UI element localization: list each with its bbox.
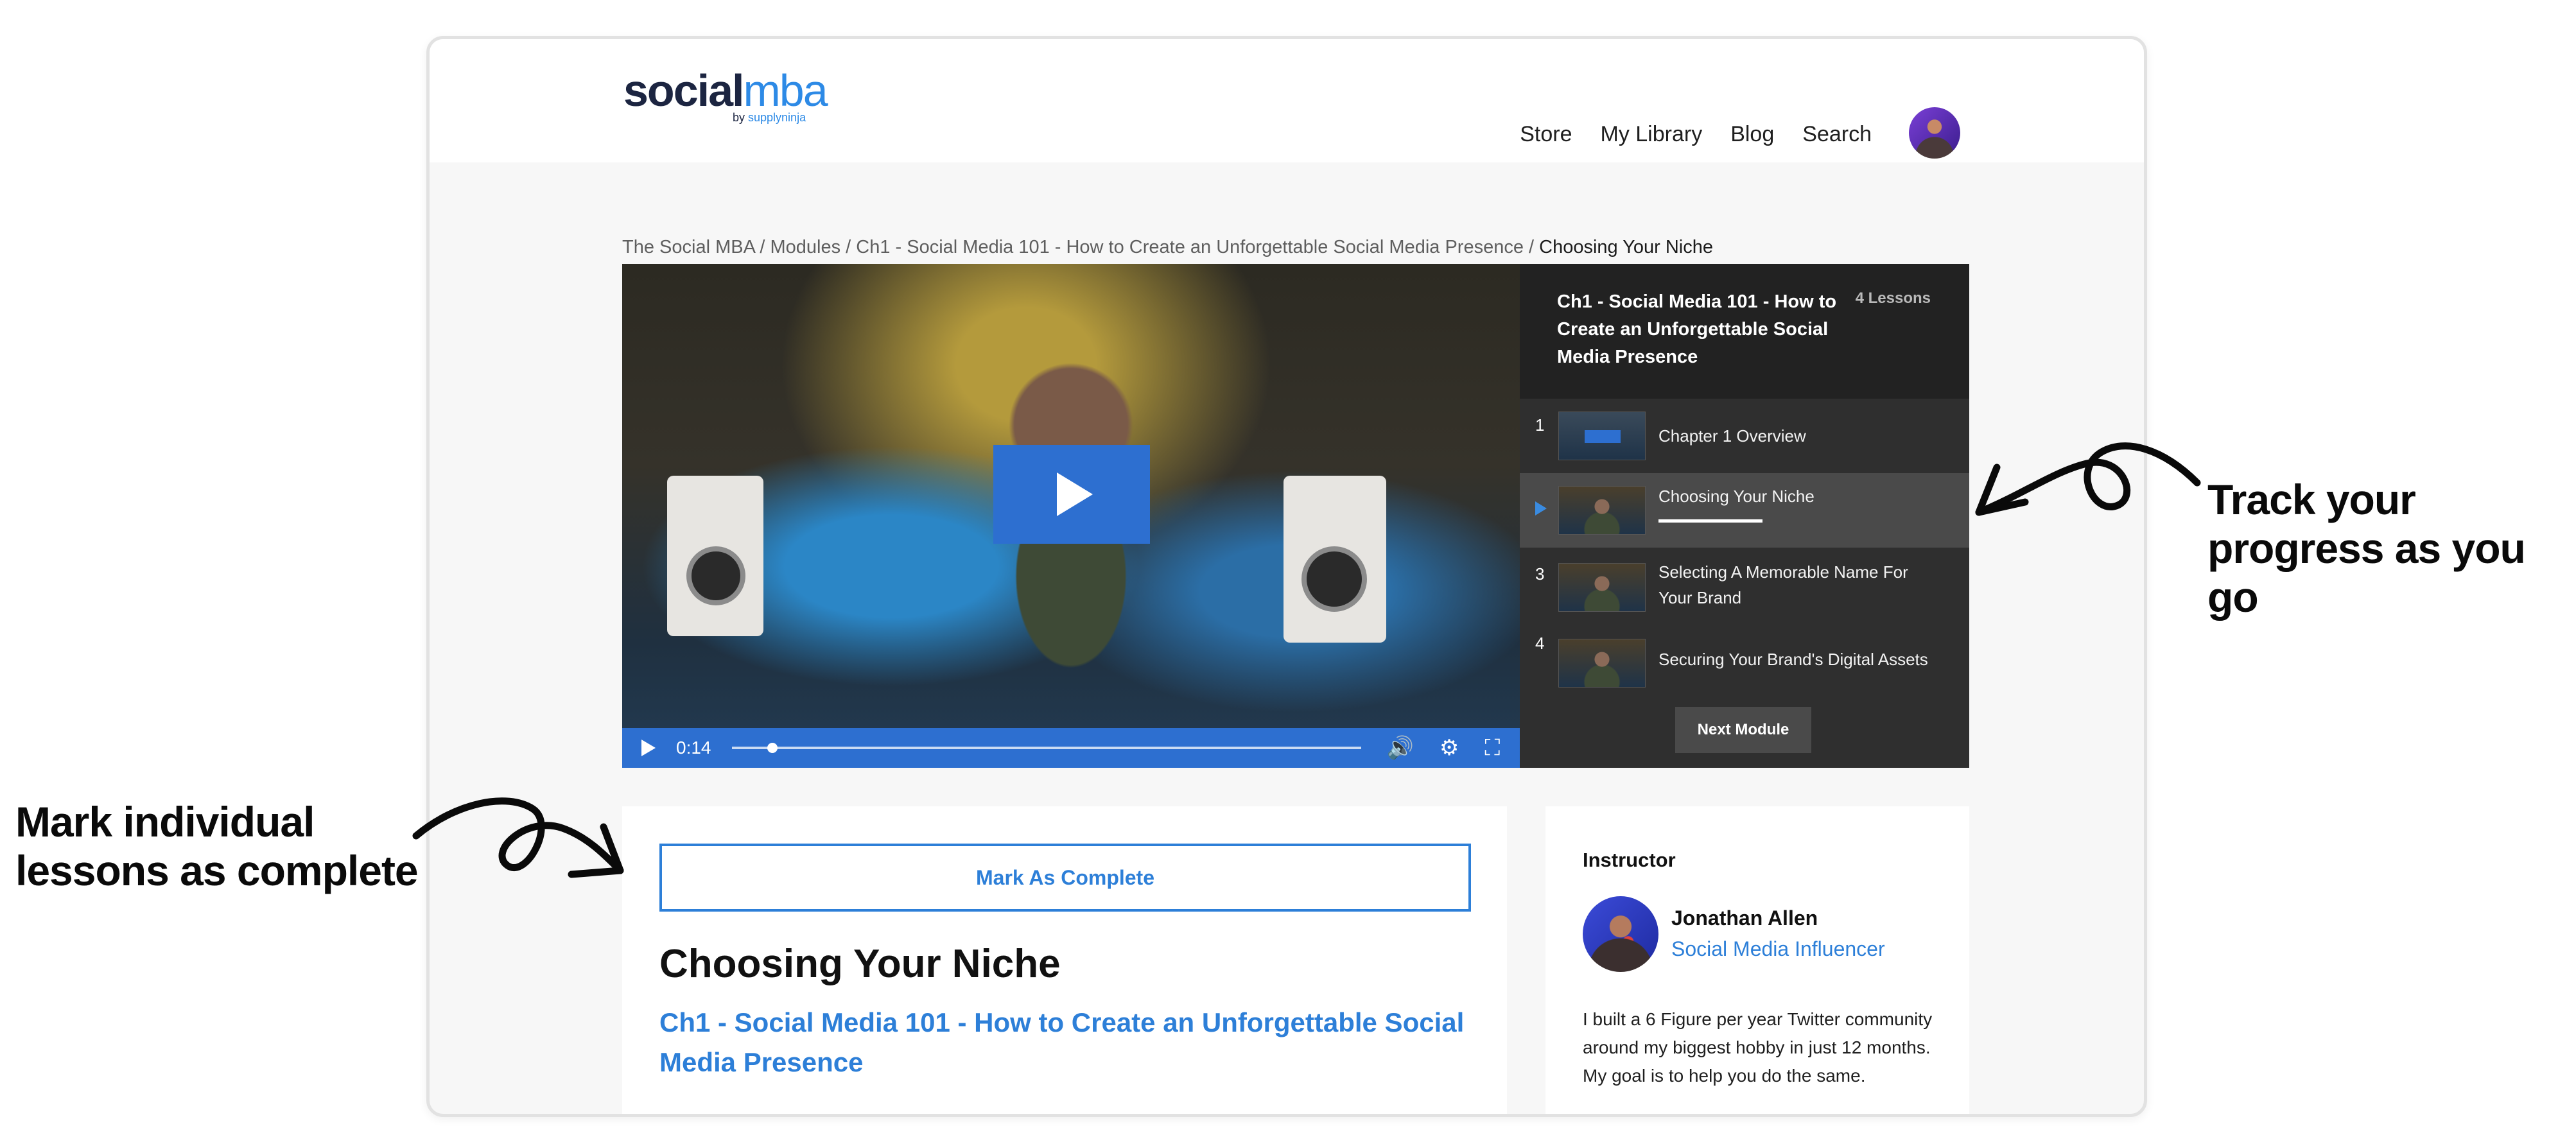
lesson-thumbnail bbox=[1558, 412, 1646, 460]
settings-icon[interactable]: ⚙ bbox=[1440, 737, 1459, 759]
fullscreen-icon[interactable]: ⛶ bbox=[1484, 737, 1500, 759]
scrubber-handle[interactable] bbox=[767, 743, 778, 753]
breadcrumb: The Social MBA / Modules / Ch1 - Social … bbox=[622, 237, 1713, 258]
lesson-item-active[interactable]: Choosing Your Niche bbox=[1520, 473, 1969, 548]
video-scrubber[interactable] bbox=[731, 743, 1361, 753]
lesson-label: Securing Your Brand's Digital Assets bbox=[1658, 650, 1928, 669]
module-title[interactable]: Ch1 - Social Media 101 - How to Create a… bbox=[1557, 288, 1840, 371]
lesson-item[interactable]: 1 Chapter 1 Overview bbox=[1520, 399, 1969, 473]
lesson-number: 4 bbox=[1535, 634, 1545, 653]
lesson-item[interactable]: 4 Securing Your Brand's Digital Assets bbox=[1520, 627, 1969, 703]
module-header: Ch1 - Social Media 101 - How to Create a… bbox=[1520, 264, 1969, 399]
lesson-number: 1 bbox=[1535, 415, 1545, 435]
breadcrumb-path[interactable]: The Social MBA / Modules / Ch1 - Social … bbox=[622, 237, 1539, 257]
now-playing-icon bbox=[1535, 501, 1547, 516]
site-header: socialmba by supplyninja Store My Librar… bbox=[430, 39, 2144, 162]
lesson-progress-bar bbox=[1658, 519, 1762, 523]
lesson-thumbnail bbox=[1558, 639, 1646, 688]
nav-store[interactable]: Store bbox=[1520, 122, 1572, 147]
logo-text-mba: mba bbox=[743, 65, 828, 116]
logo-byline: by supplyninja bbox=[733, 111, 806, 124]
background-speaker bbox=[1284, 476, 1386, 643]
mark-as-complete-button[interactable]: Mark As Complete bbox=[659, 844, 1471, 912]
instructor-name: Jonathan Allen bbox=[1671, 906, 1818, 930]
socialmba-logo[interactable]: socialmba by supplyninja bbox=[623, 65, 828, 124]
curved-arrow-icon bbox=[412, 797, 624, 878]
instructor-role[interactable]: Social Media Influencer bbox=[1671, 937, 1885, 961]
logo-text-social: social bbox=[623, 65, 744, 116]
background-speaker bbox=[667, 476, 763, 636]
lesson-thumbnail bbox=[1558, 563, 1646, 612]
lesson-sidebar: Ch1 - Social Media 101 - How to Create a… bbox=[1520, 264, 1969, 768]
lesson-content-card: Mark As Complete Choosing Your Niche Ch1… bbox=[622, 806, 1507, 1114]
main-nav: Store My Library Blog Search bbox=[1520, 108, 1951, 160]
annotation-track-progress: Track your progress as you go bbox=[2207, 476, 2526, 621]
curved-arrow-icon bbox=[1975, 442, 2201, 516]
video-player[interactable]: 0:14 🔊 ⚙ ⛶ bbox=[622, 264, 1520, 768]
instructor-card: Instructor Jonathan Allen Social Media I… bbox=[1545, 806, 1969, 1114]
nav-search[interactable]: Search bbox=[1802, 122, 1872, 147]
lesson-label: Selecting A Memorable Name For Your Bran… bbox=[1658, 562, 1908, 607]
user-avatar[interactable] bbox=[1909, 107, 1960, 159]
nav-blog[interactable]: Blog bbox=[1730, 122, 1774, 147]
lesson-label: Choosing Your Niche bbox=[1658, 487, 1815, 506]
video-controls: 0:14 🔊 ⚙ ⛶ bbox=[622, 728, 1520, 768]
lesson-count: 4 Lessons bbox=[1855, 290, 1931, 307]
next-module-button[interactable]: Next Module bbox=[1675, 707, 1811, 753]
lesson-item[interactable]: 3 Selecting A Memorable Name For Your Br… bbox=[1520, 548, 1969, 627]
nav-my-library[interactable]: My Library bbox=[1601, 122, 1703, 147]
browser-frame: socialmba by supplyninja Store My Librar… bbox=[426, 36, 2147, 1117]
lesson-number: 3 bbox=[1535, 564, 1545, 584]
breadcrumb-current: Choosing Your Niche bbox=[1539, 237, 1714, 257]
volume-icon[interactable]: 🔊 bbox=[1387, 737, 1414, 759]
annotation-mark-complete: Mark individual lessons as complete bbox=[15, 798, 419, 894]
instructor-bio: I built a 6 Figure per year Twitter comm… bbox=[1583, 1009, 1933, 1086]
play-icon[interactable] bbox=[641, 740, 656, 756]
play-icon bbox=[1057, 472, 1093, 516]
video-time: 0:14 bbox=[676, 738, 711, 758]
instructor-heading: Instructor bbox=[1583, 849, 1676, 871]
video-play-button[interactable] bbox=[993, 445, 1150, 544]
lesson-thumbnail bbox=[1558, 486, 1646, 535]
lesson-label: Chapter 1 Overview bbox=[1658, 426, 1806, 446]
lesson-title: Choosing Your Niche bbox=[659, 942, 1061, 986]
chapter-link[interactable]: Ch1 - Social Media 101 - How to Create a… bbox=[659, 1003, 1468, 1082]
instructor-avatar bbox=[1583, 896, 1658, 972]
